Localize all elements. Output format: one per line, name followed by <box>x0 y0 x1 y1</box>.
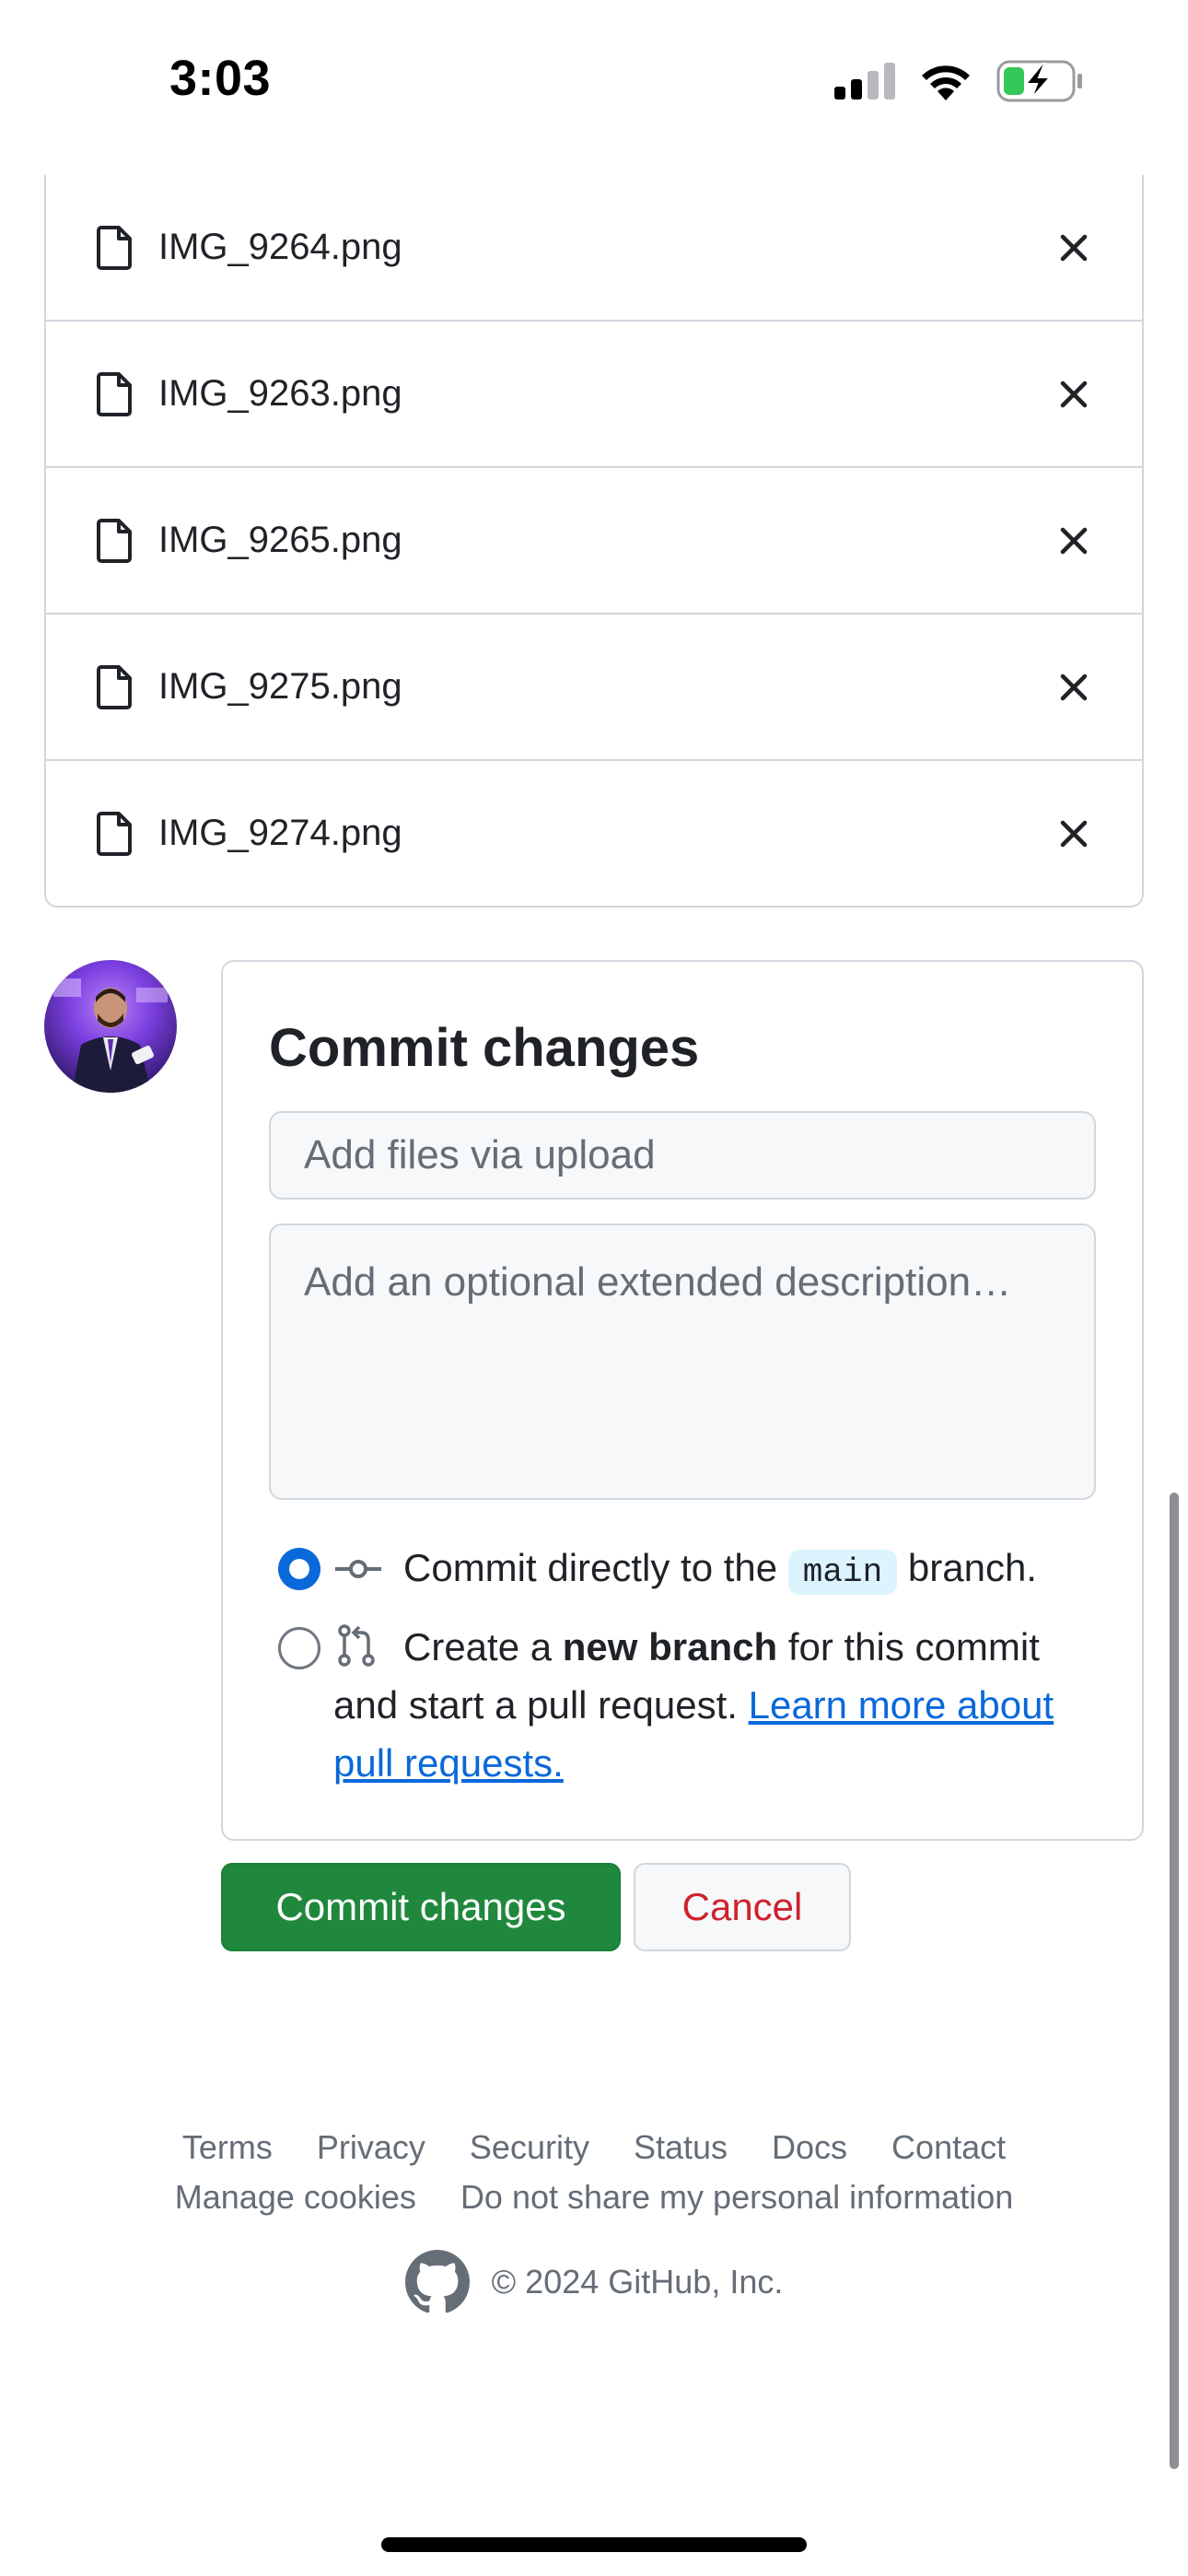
home-indicator[interactable] <box>381 2537 807 2552</box>
file-row: IMG_9263.png <box>46 320 1142 466</box>
battery-charging-icon <box>996 60 1082 102</box>
close-icon <box>1060 527 1088 554</box>
footer-links: Terms Privacy Security Status Docs Conta… <box>0 2128 1188 2167</box>
close-icon <box>1060 381 1088 407</box>
new-branch-radio[interactable] <box>278 1627 320 1669</box>
footer-link-privacy[interactable]: Privacy <box>317 2128 425 2167</box>
cancel-button[interactable]: Cancel <box>634 1863 851 1951</box>
commit-direct-label: Commit directly to the main branch. <box>403 1539 1037 1601</box>
wifi-icon <box>922 65 970 100</box>
remove-file-button[interactable] <box>1054 374 1094 415</box>
remove-file-button[interactable] <box>1054 228 1094 268</box>
footer-link-security[interactable]: Security <box>470 2128 589 2167</box>
file-name: IMG_9264.png <box>158 227 402 267</box>
commit-description-textarea[interactable] <box>269 1224 1096 1500</box>
commit-changes-button[interactable]: Commit changes <box>221 1863 621 1951</box>
uploaded-file-list: IMG_9264.png IMG_9263.png IMG_9265.png I… <box>44 175 1144 907</box>
commit-summary-input[interactable] <box>269 1111 1096 1200</box>
github-logo-icon <box>404 2250 470 2313</box>
close-icon <box>1060 820 1088 847</box>
file-row: IMG_9264.png <box>46 175 1142 320</box>
scrollbar[interactable] <box>1170 1493 1179 2469</box>
file-name: IMG_9263.png <box>158 373 402 414</box>
footer-link-contact[interactable]: Contact <box>891 2128 1006 2167</box>
footer-links-secondary: Manage cookies Do not share my personal … <box>0 2178 1188 2217</box>
commit-form-title: Commit changes <box>269 1018 700 1078</box>
file-icon <box>97 811 132 856</box>
new-branch-bold: new branch <box>562 1625 778 1669</box>
commit-direct-radio[interactable] <box>278 1548 320 1590</box>
footer-link-docs[interactable]: Docs <box>772 2128 847 2167</box>
footer-link-manage-cookies[interactable]: Manage cookies <box>175 2178 416 2217</box>
avatar-photo <box>44 960 177 1093</box>
remove-file-button[interactable] <box>1054 814 1094 854</box>
branch-name-badge: main <box>787 1550 898 1595</box>
file-name: IMG_9275.png <box>158 666 402 707</box>
commit-direct-suffix: branch. <box>907 1546 1037 1589</box>
footer-link-do-not-share[interactable]: Do not share my personal information <box>460 2178 1013 2217</box>
status-time: 3:03 <box>169 51 272 106</box>
file-row: IMG_9265.png <box>46 466 1142 613</box>
commit-form: Commit changes Commit directly to the ma… <box>221 960 1144 1841</box>
copyright-text: © 2024 GitHub, Inc. <box>491 2263 784 2301</box>
close-icon <box>1060 673 1088 700</box>
remove-file-button[interactable] <box>1054 521 1094 561</box>
remove-file-button[interactable] <box>1054 667 1094 708</box>
status-bar: 3:03 <box>0 0 1188 166</box>
avatar[interactable] <box>44 960 177 1093</box>
new-branch-label: Create a new branch for this commit and … <box>333 1618 1107 1792</box>
file-icon <box>97 664 132 709</box>
commit-direct-prefix: Commit directly to the <box>403 1546 778 1589</box>
footer-link-terms[interactable]: Terms <box>182 2128 273 2167</box>
file-icon <box>97 371 132 416</box>
footer-copyright: © 2024 GitHub, Inc. <box>0 2250 1188 2314</box>
footer-link-status[interactable]: Status <box>634 2128 728 2167</box>
file-name: IMG_9265.png <box>158 520 402 560</box>
git-commit-icon <box>335 1560 381 1578</box>
status-icons <box>834 59 1083 103</box>
file-row: IMG_9274.png <box>46 759 1142 906</box>
file-icon <box>97 518 132 563</box>
file-row: IMG_9275.png <box>46 613 1142 759</box>
file-icon <box>97 225 132 270</box>
file-name: IMG_9274.png <box>158 813 402 853</box>
cellular-signal-icon <box>834 63 895 100</box>
close-icon <box>1060 234 1088 261</box>
new-branch-prefix: Create a <box>403 1625 553 1669</box>
